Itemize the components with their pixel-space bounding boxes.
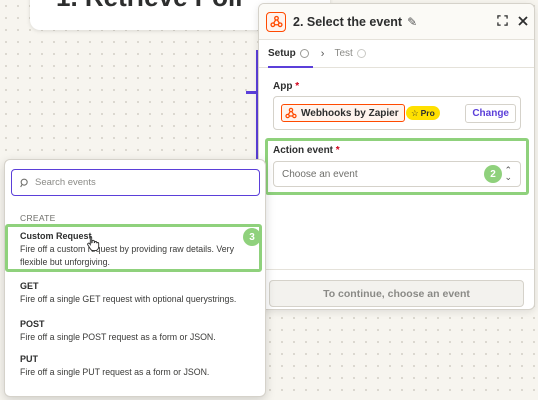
tab-setup-label: Setup [268, 48, 296, 59]
option-title: Custom Request [20, 231, 92, 241]
hand-cursor-icon [87, 236, 100, 251]
step-editor-panel: 2. Select the event ✎ Setup › Test App * [258, 3, 535, 310]
pro-badge-label: Pro [420, 108, 435, 118]
test-status-icon [356, 49, 366, 58]
search-icon [20, 178, 28, 187]
action-event-label-text: Action event [273, 145, 334, 156]
chevron-right-icon: › [320, 47, 325, 60]
event-option-put[interactable]: PUT Fire off a single PUT request as a f… [20, 354, 255, 379]
option-desc: Fire off a single GET request with optio… [20, 294, 237, 304]
event-option-custom-request[interactable]: Custom Request Fire off a custom request… [20, 231, 255, 269]
event-dropdown: Search events CREATE 3 Custom Request Fi… [4, 159, 266, 397]
option-title: GET [20, 281, 39, 291]
required-mark: * [295, 81, 300, 92]
search-events-input[interactable]: Search events [11, 169, 260, 196]
search-placeholder: Search events [35, 177, 96, 188]
tab-setup[interactable]: Setup [268, 40, 313, 68]
required-mark: * [335, 145, 340, 156]
action-event-placeholder: Choose an event [282, 168, 358, 180]
panel-header: 2. Select the event ✎ [259, 4, 534, 40]
option-title: PUT [20, 354, 38, 364]
setup-status-icon [299, 49, 309, 58]
step-badge-2: 2 [484, 165, 502, 183]
event-option-post[interactable]: POST Fire off a single POST request as a… [20, 319, 255, 344]
close-icon[interactable] [518, 15, 528, 28]
expand-icon[interactable] [497, 15, 508, 28]
section-create-heading: CREATE [20, 213, 56, 223]
option-desc: Fire off a single PUT request as a form … [20, 367, 210, 377]
select-chevron-icon: ⌃ ⌄ [504, 165, 512, 182]
previous-step-title: 1. Retrieve Poll [56, 0, 242, 13]
panel-title: 2. Select the event [293, 14, 403, 29]
change-app-button[interactable]: Change [465, 104, 516, 123]
panel-footer-divider [259, 269, 534, 270]
selected-app-name: Webhooks by Zapier [301, 107, 399, 119]
option-desc: Fire off a single POST request as a form… [20, 332, 216, 342]
action-event-select[interactable]: Choose an event 2 ⌃ ⌄ [273, 161, 521, 187]
tab-test-label: Test [334, 48, 353, 59]
webhooks-icon [266, 11, 286, 32]
option-title: POST [20, 319, 45, 329]
webhooks-chip-icon [285, 107, 297, 119]
action-event-label: Action event * [273, 145, 340, 156]
edit-title-icon[interactable]: ✎ [407, 15, 417, 29]
step-tabs: Setup › Test [259, 40, 534, 68]
app-field-label: App * [273, 81, 299, 92]
option-desc: Fire off a custom request by providing r… [20, 244, 234, 267]
app-field[interactable]: Webhooks by Zapier ☆ Pro Change [273, 96, 521, 130]
star-icon: ☆ [411, 107, 419, 118]
app-label-text: App [273, 81, 293, 92]
continue-button[interactable]: To continue, choose an event [269, 280, 524, 307]
selected-app-chip: Webhooks by Zapier [281, 104, 405, 122]
event-option-get[interactable]: GET Fire off a single GET request with o… [20, 281, 255, 306]
pro-badge: ☆ Pro [406, 106, 440, 120]
tab-test[interactable]: Test [334, 40, 369, 67]
